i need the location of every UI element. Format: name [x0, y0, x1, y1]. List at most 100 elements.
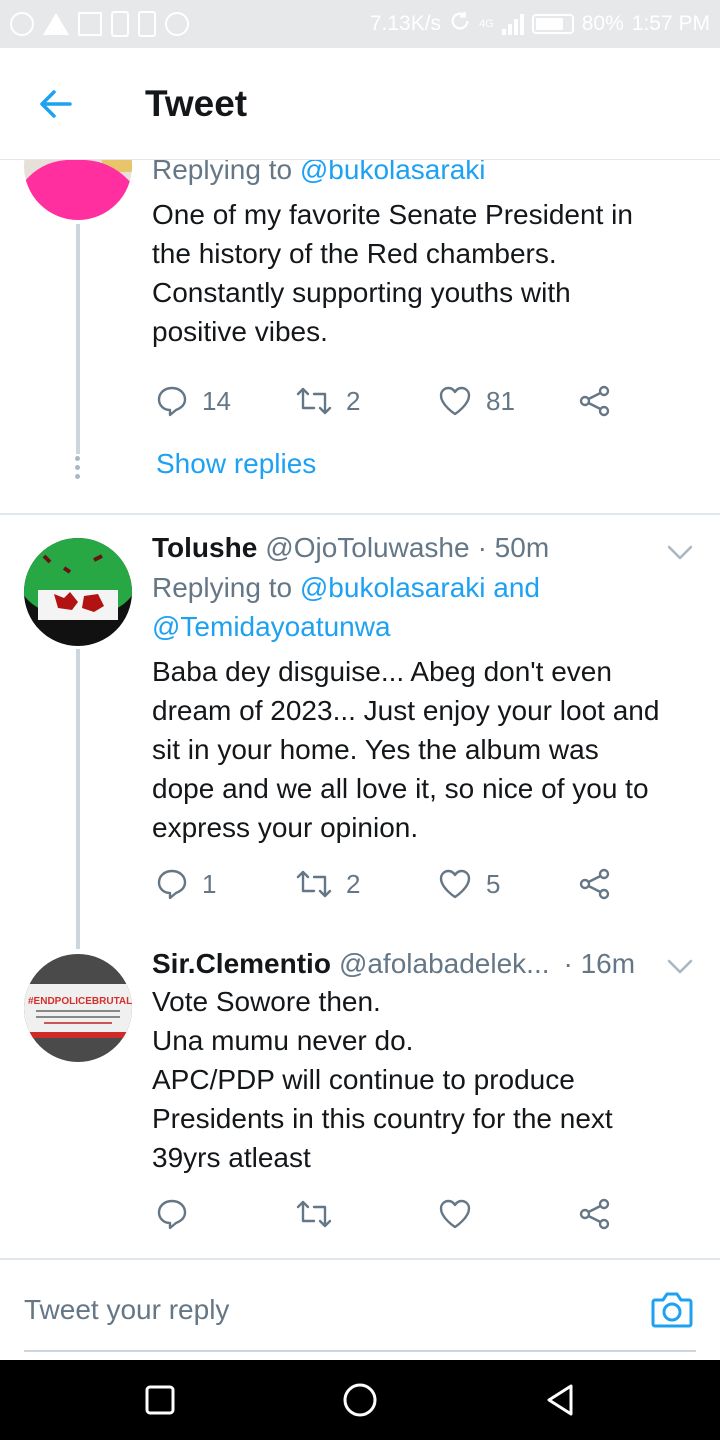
tweet-text-line: Baba dey disguise... Abeg don't even	[152, 656, 612, 687]
back-button[interactable]	[0, 48, 112, 160]
avatar-text: #ENDPOLICEBRUTALITY	[28, 996, 132, 1007]
reply-icon	[157, 386, 187, 417]
tweet-content: Sir.Clementio @afolabadelek... · 16m Vot…	[152, 948, 700, 1177]
triangle-back-icon	[547, 1384, 573, 1416]
thread-line	[76, 649, 80, 949]
avatar-image	[24, 160, 132, 220]
share-icon	[579, 868, 610, 900]
retweet-icon	[296, 870, 332, 898]
tweet-item[interactable]: Replying to @bukolasaraki One of my favo…	[0, 160, 720, 515]
mention-link[interactable]: @bukolasaraki	[300, 160, 486, 185]
like-count: 81	[486, 385, 515, 416]
status-bar: 7.13K/s 4G 80% 1:57 PM	[0, 0, 720, 48]
network-speed: 7.13K/s	[369, 12, 442, 35]
mention-link[interactable]: @Temidayoatunwa	[152, 611, 391, 642]
tweet-thread[interactable]: Replying to @bukolasaraki One of my favo…	[0, 160, 720, 1258]
display-name[interactable]: Tolushe	[152, 532, 257, 564]
chevron-down-icon	[667, 545, 693, 560]
show-replies-link[interactable]: Show replies	[156, 448, 316, 480]
share-button[interactable]	[578, 868, 612, 900]
home-button[interactable]	[342, 1380, 378, 1425]
system-nav-bar	[0, 1360, 720, 1440]
retweet-button[interactable]: 2	[296, 868, 360, 900]
tweet-text-line: Una mumu never do.	[152, 1025, 414, 1056]
tweet-actions	[152, 1198, 622, 1238]
tweet-header: Sir.Clementio @afolabadelek... · 16m	[152, 948, 700, 980]
retweet-count: 2	[346, 385, 361, 416]
share-icon	[579, 1198, 610, 1230]
notification-icons	[10, 11, 189, 37]
reply-count: 1	[202, 868, 217, 899]
replying-to: Replying to @bukolasaraki	[152, 160, 700, 189]
tweet-content: Tolushe @OjoToluwashe · 50m Replying to …	[152, 532, 700, 847]
tweet-text-line: positive vibes.	[152, 316, 328, 347]
clock: 1:57 PM	[631, 12, 710, 35]
tweet-text-line: the history of the Red chambers.	[152, 238, 557, 269]
user-handle[interactable]: @afolabadelek...	[339, 948, 550, 980]
circle-notification-icon	[10, 12, 34, 36]
battery-icon	[531, 14, 574, 34]
chevron-down-icon	[667, 959, 693, 974]
share-button[interactable]	[578, 1198, 612, 1230]
refresh-icon	[449, 10, 471, 38]
reply-input[interactable]	[24, 1288, 584, 1332]
tweet-header: Tolushe @OjoToluwashe · 50m	[152, 532, 700, 564]
reply-composer	[0, 1258, 720, 1360]
retweet-button[interactable]	[296, 1198, 346, 1230]
tweet-text-line: dope and we all love it, so nice of you …	[152, 773, 649, 804]
arrow-left-icon	[40, 89, 72, 118]
share-button[interactable]	[578, 385, 612, 417]
reply-button[interactable]: 1	[156, 868, 216, 900]
like-button[interactable]: 81	[438, 385, 515, 417]
tweet-text-line: 39yrs atleast	[152, 1142, 311, 1173]
heart-icon	[439, 386, 471, 416]
like-button[interactable]: 5	[438, 868, 500, 900]
tweet-text: One of my favorite Senate President in t…	[152, 195, 700, 351]
tweet-actions: 14 2 81	[152, 385, 622, 425]
tweet-text-line: sit in your home. Yes the album was	[152, 734, 599, 765]
retweet-count: 2	[346, 868, 361, 899]
image-icon	[78, 12, 102, 36]
tweet-content: Replying to @bukolasaraki One of my favo…	[152, 160, 700, 351]
tweet-time: · 50m	[477, 532, 550, 563]
alert-icon	[111, 11, 129, 37]
avatar[interactable]	[24, 160, 132, 220]
user-handle[interactable]: @OjoToluwashe	[265, 532, 469, 564]
circle-home-icon	[343, 1383, 377, 1417]
camera-button[interactable]	[650, 1290, 694, 1335]
tweet-text-line: Vote Sowore then.	[152, 986, 381, 1017]
replying-prefix: Replying to	[152, 160, 300, 185]
tweet-text-line: Constantly supporting youths with	[152, 277, 571, 308]
back-nav-button[interactable]	[544, 1380, 576, 1425]
square-recents-icon	[145, 1385, 175, 1415]
battery-fill	[535, 18, 563, 30]
battery-percent: 80%	[581, 12, 624, 35]
avatar[interactable]	[24, 538, 132, 646]
thread-line	[76, 224, 80, 454]
reply-button[interactable]	[156, 1198, 202, 1230]
like-button[interactable]	[438, 1198, 486, 1230]
tweet-item[interactable]: #ENDPOLICEBRUTALITY Sir.Clementio @afola…	[0, 946, 720, 1258]
avatar-image	[24, 538, 132, 646]
input-underline	[24, 1350, 696, 1352]
reply-button[interactable]: 14	[156, 385, 231, 417]
sim-icon	[138, 11, 156, 37]
tweet-text: Vote Sowore then. Una mumu never do. APC…	[152, 982, 700, 1177]
avatar[interactable]: #ENDPOLICEBRUTALITY	[24, 954, 132, 1062]
thread-dots	[75, 456, 81, 483]
divider	[0, 513, 720, 515]
mention-link[interactable]: @bukolasaraki and	[300, 572, 540, 603]
more-options-button[interactable]	[666, 958, 694, 981]
recents-button[interactable]	[144, 1380, 176, 1425]
warning-icon	[43, 13, 69, 35]
heart-icon	[439, 1199, 471, 1229]
app-header: Tweet	[0, 48, 720, 160]
heart-icon	[439, 869, 471, 899]
retweet-icon	[296, 387, 332, 415]
like-count: 5	[486, 868, 501, 899]
more-options-button[interactable]	[666, 544, 694, 567]
retweet-button[interactable]: 2	[296, 385, 360, 417]
camera-icon	[651, 1292, 693, 1328]
display-name[interactable]: Sir.Clementio	[152, 948, 331, 980]
tweet-item[interactable]: Tolushe @OjoToluwashe · 50m Replying to …	[0, 516, 720, 949]
